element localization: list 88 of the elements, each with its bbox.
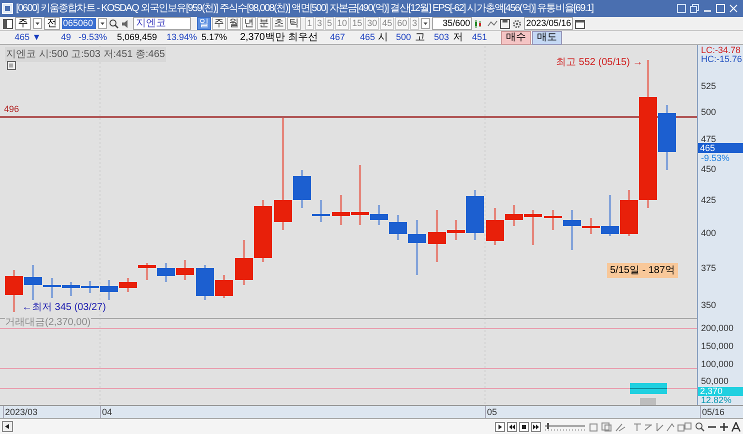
candle bbox=[235, 240, 253, 286]
volume-bar bbox=[630, 383, 668, 394]
volume-value: 5,069,459 bbox=[116, 30, 157, 44]
best-ask-value: 467 bbox=[328, 30, 345, 44]
amount-value: 2,370백만 bbox=[238, 31, 285, 45]
period-tab[interactable]: 주 bbox=[212, 17, 226, 30]
volume-tick: 200,000 bbox=[701, 323, 734, 333]
market-button[interactable]: 주 bbox=[15, 17, 31, 30]
play-icon[interactable] bbox=[495, 422, 505, 432]
rewind-icon[interactable] bbox=[507, 422, 517, 432]
chart-legend: 지엔코 시:500 고:503 저:451 종:465 bbox=[5, 47, 166, 62]
low-value: 451 bbox=[470, 30, 487, 44]
best-price-label: 최우선 bbox=[287, 31, 319, 45]
axis-label: LC:-34.78 bbox=[701, 46, 741, 55]
candle bbox=[254, 200, 272, 262]
candle bbox=[62, 282, 80, 296]
candle bbox=[138, 262, 156, 280]
high-label: 고 bbox=[414, 31, 426, 45]
close-icon[interactable] bbox=[729, 4, 738, 13]
period-tab[interactable]: 분 bbox=[257, 17, 271, 30]
price-line-label: 496 bbox=[4, 103, 20, 116]
tooltip: 5/15일 - 187억 bbox=[607, 263, 678, 278]
high-price-note: 최고 552 (05/15) → bbox=[556, 56, 643, 70]
period-tab[interactable]: 틱 bbox=[287, 17, 301, 30]
sell-button[interactable]: 매도 bbox=[532, 30, 562, 44]
date-field[interactable]: 2023/05/16 bbox=[524, 17, 574, 30]
current-price-badge: 465 bbox=[698, 143, 743, 153]
price-tick: 400 bbox=[701, 228, 716, 238]
axis-label: HC:-15.76 bbox=[701, 55, 742, 64]
font-size-icon[interactable] bbox=[731, 422, 741, 432]
scroll-left-icon[interactable] bbox=[2, 421, 13, 432]
zoom-icon[interactable] bbox=[695, 422, 705, 432]
volume-tick: 100,000 bbox=[701, 359, 734, 369]
period-tab[interactable]: 초 bbox=[272, 17, 286, 30]
dropdown-icon[interactable] bbox=[421, 18, 430, 29]
ratio-value: 5.17% bbox=[200, 30, 227, 44]
price-tick: 425 bbox=[701, 195, 716, 205]
dropdown-icon[interactable] bbox=[98, 18, 107, 29]
current-volume-badge: 2,370 bbox=[698, 387, 743, 396]
price-tick: 450 bbox=[701, 164, 716, 174]
change-value: 49 bbox=[60, 30, 71, 44]
price-tick: 375 bbox=[701, 263, 716, 273]
current-change-label: -9.53% bbox=[701, 154, 730, 163]
candle bbox=[5, 270, 23, 312]
speed-slider-icon[interactable] bbox=[543, 422, 587, 432]
volume-legend: 거래대금(2,370,00) bbox=[5, 318, 91, 328]
search-icon[interactable] bbox=[109, 18, 119, 28]
price-tick: 475 bbox=[701, 134, 716, 144]
open-value: 500 bbox=[394, 30, 411, 44]
stock-name-field[interactable]: 지엔코 bbox=[133, 17, 191, 30]
period-tab[interactable]: 년 bbox=[242, 17, 256, 30]
period-tab[interactable]: 월 bbox=[227, 17, 241, 30]
price-tick: 350 bbox=[701, 300, 716, 310]
candle bbox=[119, 278, 137, 292]
best-bid-value: 465 bbox=[358, 30, 375, 44]
window-option-icon[interactable] bbox=[677, 4, 686, 13]
dropdown-icon[interactable] bbox=[33, 18, 42, 29]
low-price-note: ←최저 345 (03/27) bbox=[22, 301, 106, 315]
open-label: 시 bbox=[377, 31, 389, 45]
line-tool-icon[interactable] bbox=[487, 18, 498, 28]
price-value: 465 ▼ bbox=[14, 30, 41, 44]
price-tick: 525 bbox=[701, 81, 716, 91]
fast-forward-icon[interactable] bbox=[531, 422, 541, 432]
calendar-icon[interactable] bbox=[575, 18, 586, 28]
change-rate-value: -9.53% bbox=[77, 30, 107, 44]
panel-icon[interactable] bbox=[3, 18, 13, 28]
restore-icon[interactable] bbox=[690, 4, 699, 13]
turnover-value: 13.94% bbox=[165, 30, 197, 44]
high-value: 503 bbox=[432, 30, 449, 44]
window-title: [0600] 키움종합차트 - KOSDAQ 외국인보유[959(천)] 주식수[98,008(천)] 액면[500] 자본금[490(억)] 결산[12월] EPS[-62] 시가총액[456(억)] 유통비율[69.1] bbox=[16, 2, 594, 16]
zoom-in-icon[interactable] bbox=[719, 422, 729, 432]
all-button[interactable]: 전 bbox=[44, 17, 60, 30]
volume-tick: 150,000 bbox=[701, 341, 734, 351]
volume-tick: 50,000 bbox=[701, 376, 729, 386]
current-volume-rate: 12.82% bbox=[701, 396, 732, 405]
legend-toggle-icon[interactable] bbox=[7, 61, 16, 70]
low-label: 저 bbox=[452, 31, 464, 45]
code-field[interactable]: 065060 bbox=[62, 18, 96, 29]
stop-icon[interactable] bbox=[519, 422, 529, 432]
maximize-icon[interactable] bbox=[716, 4, 725, 13]
price-tick: 500 bbox=[701, 107, 716, 117]
count-field[interactable]: 35/600 bbox=[432, 17, 472, 30]
drawing-tools-icon[interactable] bbox=[633, 422, 693, 432]
candle bbox=[176, 260, 194, 280]
buy-button[interactable]: 매수 bbox=[501, 30, 531, 44]
save-icon[interactable] bbox=[500, 18, 510, 28]
candle bbox=[157, 262, 175, 282]
settings-icon[interactable] bbox=[512, 18, 522, 28]
